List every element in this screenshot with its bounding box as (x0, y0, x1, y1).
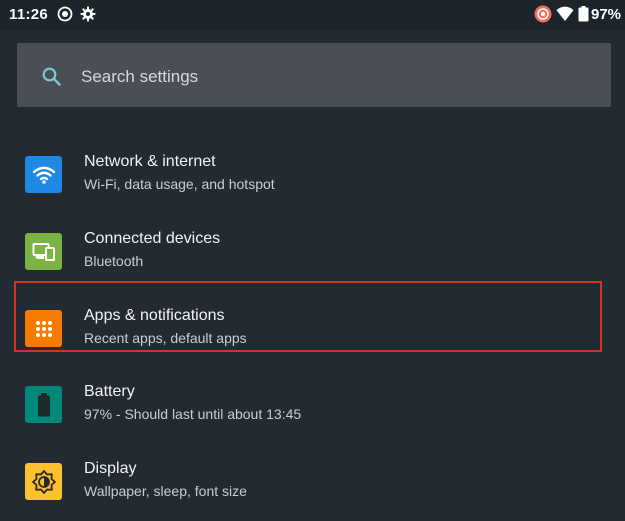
search-bar[interactable]: Search settings (17, 43, 611, 107)
item-title: Apps & notifications (84, 307, 225, 324)
search-icon (42, 67, 61, 86)
battery-icon (578, 6, 589, 22)
recording-indicator-icon (534, 5, 552, 23)
settings-gear-icon (80, 6, 96, 22)
item-subtitle: Wi-Fi, data usage, and hotspot (84, 176, 275, 192)
settings-item-battery[interactable]: Battery 97% - Should last until about 13… (0, 367, 625, 444)
settings-item-network[interactable]: Network & internet Wi-Fi, data usage, an… (0, 137, 625, 214)
settings-item-connected-devices[interactable]: Connected devices Bluetooth (0, 214, 625, 291)
item-title: Connected devices (84, 230, 221, 247)
battery-percentage: 97% (591, 6, 622, 23)
item-subtitle: Wallpaper, sleep, font size (84, 483, 247, 499)
settings-item-display[interactable]: Display Wallpaper, sleep, font size (0, 444, 625, 521)
brightness-icon (25, 463, 62, 500)
item-title: Network & internet (84, 153, 216, 170)
wifi-icon (556, 6, 574, 21)
status-time: 11:26 (9, 6, 49, 23)
search-placeholder: Search settings (81, 67, 199, 86)
wifi-icon (25, 156, 62, 193)
apps-grid-icon (25, 310, 62, 347)
devices-icon (25, 233, 62, 270)
status-bar: 11:26 97% (0, 0, 625, 30)
item-title: Display (84, 460, 137, 477)
battery-icon (25, 386, 62, 423)
screen-record-icon (57, 6, 73, 22)
settings-item-apps-notifications[interactable]: Apps & notifications Recent apps, defaul… (0, 291, 625, 368)
item-subtitle: 97% - Should last until about 13:45 (84, 406, 302, 422)
item-title: Battery (84, 383, 135, 400)
item-subtitle: Bluetooth (84, 253, 144, 269)
item-subtitle: Recent apps, default apps (84, 330, 247, 346)
